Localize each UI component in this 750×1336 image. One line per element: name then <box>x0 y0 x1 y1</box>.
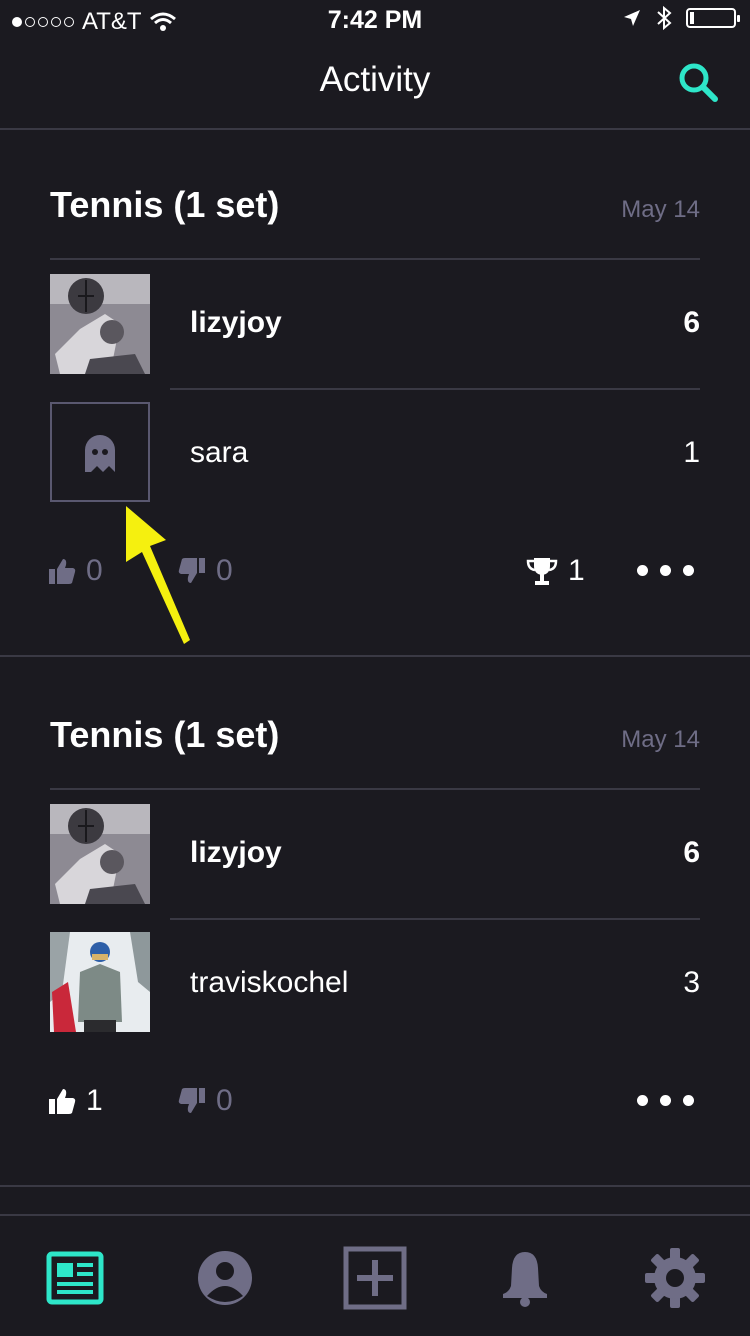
player-score: 1 <box>683 436 700 469</box>
card-title: Tennis (1 set) <box>50 714 280 755</box>
card-date: May 14 <box>621 196 700 223</box>
activity-card[interactable]: Tennis (1 set) May 14 lizyjoy 6 travisko… <box>0 660 750 1184</box>
dislike-count: 0 <box>216 1084 233 1117</box>
more-options-icon[interactable] <box>637 565 694 576</box>
player-name[interactable]: traviskochel <box>190 966 348 1000</box>
profile-icon[interactable] <box>193 1246 257 1310</box>
thumbs-up-icon <box>49 1089 76 1114</box>
trophy-button[interactable]: 1 <box>526 554 585 588</box>
avatar[interactable] <box>50 932 150 1032</box>
dislike-button[interactable]: 0 <box>178 554 233 588</box>
player-name[interactable]: sara <box>190 436 248 470</box>
add-icon[interactable] <box>343 1246 407 1310</box>
like-button[interactable]: 1 <box>48 1084 103 1118</box>
divider <box>50 788 700 790</box>
like-button[interactable]: 0 <box>48 554 103 588</box>
avatar[interactable] <box>50 274 150 374</box>
avatar-placeholder[interactable] <box>50 402 150 502</box>
avatar[interactable] <box>50 804 150 904</box>
card-date: May 14 <box>621 726 700 753</box>
player-score: 6 <box>683 836 700 869</box>
divider <box>50 258 700 260</box>
page-title: Activity <box>319 60 431 99</box>
gear-icon[interactable] <box>643 1246 707 1310</box>
player-name[interactable]: lizyjoy <box>190 306 282 340</box>
dislike-count: 0 <box>216 554 233 587</box>
like-count: 1 <box>86 1084 103 1117</box>
section-divider <box>0 655 750 657</box>
feed-icon[interactable] <box>43 1246 107 1310</box>
divider <box>170 918 700 920</box>
thumbs-down-icon <box>178 1088 205 1113</box>
bell-icon[interactable] <box>493 1246 557 1310</box>
trophy-icon <box>526 558 558 585</box>
more-options-icon[interactable] <box>637 1095 694 1106</box>
tab-bar <box>0 1214 750 1336</box>
activity-card[interactable]: Tennis (1 set) May 14 lizyjoy 6 sara 1 0… <box>0 130 750 655</box>
ghost-icon <box>85 435 115 472</box>
nav-bar: Activity <box>0 40 750 130</box>
location-arrow-icon <box>624 10 640 26</box>
player-score: 3 <box>683 966 700 999</box>
thumbs-down-icon <box>178 558 205 583</box>
player-name[interactable]: lizyjoy <box>190 836 282 870</box>
status-bar: AT&T 7:42 PM <box>0 0 750 40</box>
search-icon[interactable] <box>676 60 720 104</box>
divider <box>170 388 700 390</box>
card-title: Tennis (1 set) <box>50 184 280 225</box>
bluetooth-icon <box>657 6 672 30</box>
trophy-count: 1 <box>568 554 585 587</box>
like-count: 0 <box>86 554 103 587</box>
battery-icon <box>686 8 740 28</box>
section-divider <box>0 1185 750 1187</box>
dislike-button[interactable]: 0 <box>178 1084 233 1118</box>
thumbs-up-icon <box>49 559 76 584</box>
player-score: 6 <box>683 306 700 339</box>
